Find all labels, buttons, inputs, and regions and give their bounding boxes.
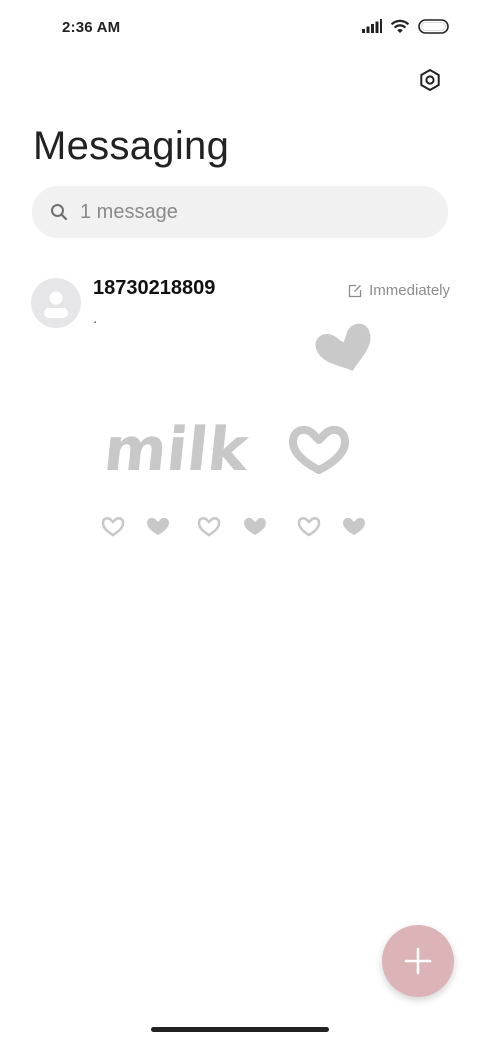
small-hearts-row (101, 517, 365, 537)
small-filled-heart-icon (147, 517, 169, 535)
status-bar: 2:36 AM (0, 0, 480, 56)
home-indicator[interactable] (151, 1027, 329, 1032)
battery-icon (418, 18, 449, 34)
milk-heart-wallpaper: milk (101, 323, 371, 537)
conversation-time: Immediately (348, 282, 450, 299)
wifi-icon (390, 19, 410, 33)
edit-draft-icon (348, 284, 362, 297)
settings-button[interactable] (414, 64, 446, 96)
small-outline-heart-icon (297, 517, 321, 537)
status-icons (362, 18, 450, 34)
cell-signal-icon (362, 19, 382, 33)
conversation-name: 18730218809 (93, 277, 216, 299)
settings-hexagon-icon (420, 69, 440, 91)
small-filled-heart-icon (343, 517, 365, 535)
search-input[interactable] (80, 200, 400, 224)
small-filled-heart-icon (244, 517, 266, 535)
search-icon (51, 204, 68, 221)
page-title: Messaging (33, 124, 230, 168)
status-time: 2:36 AM (62, 19, 121, 36)
search-bar[interactable] (32, 186, 448, 238)
large-heart-icon (315, 323, 371, 371)
wallpaper-text: milk (101, 415, 254, 485)
new-message-button[interactable] (382, 925, 454, 997)
outline-heart-icon (289, 425, 349, 474)
small-outline-heart-icon (197, 517, 221, 537)
conversation-time-label: Immediately (369, 282, 450, 299)
small-outline-heart-icon (101, 517, 125, 537)
plus-icon (404, 947, 432, 975)
